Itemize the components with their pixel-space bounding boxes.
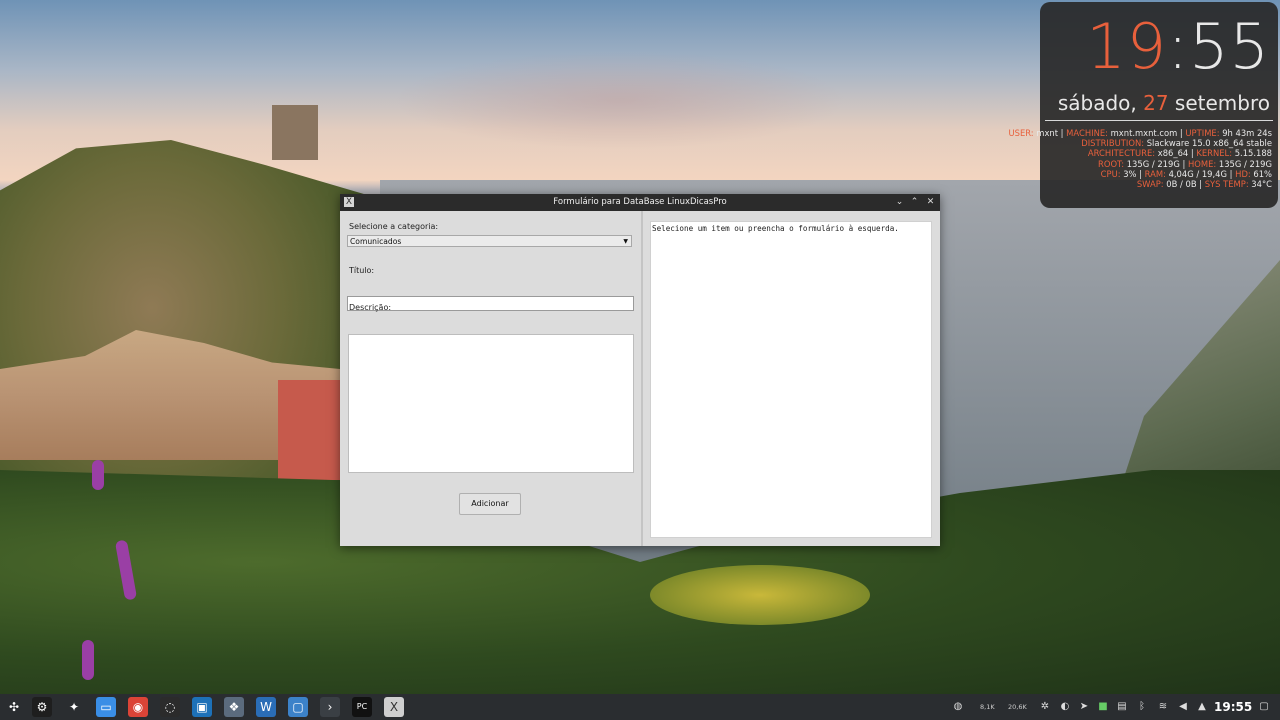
- category-label: Selecione a categoria:: [349, 222, 439, 231]
- conky-info-line: DISTRIBUTION: Slackware 15.0 x86_64 stab…: [1009, 138, 1272, 149]
- conky-info-value: x86_64: [1157, 148, 1189, 159]
- category-selected-value: Comunicados: [350, 237, 402, 246]
- conky-info-key: USER:: [1008, 128, 1037, 138]
- conky-date: sábado, 27 setembro: [1058, 91, 1270, 115]
- conky-info-value: |: [1226, 168, 1236, 179]
- tkinter-app-icon[interactable]: X: [384, 697, 404, 717]
- close-icon[interactable]: ✕: [924, 196, 937, 209]
- wallpaper-red-house: [278, 380, 340, 480]
- minimize-icon[interactable]: ⌄: [893, 196, 906, 209]
- file-manager-icon[interactable]: ▭: [96, 697, 116, 717]
- conky-info-key: UPTIME:: [1185, 128, 1223, 138]
- pane-divider[interactable]: [641, 211, 643, 546]
- wallpaper-yellow-bush: [650, 565, 870, 625]
- conky-info-line: CPU: 3% | RAM: 4,04G / 19,4G | HD: 61%: [1009, 168, 1272, 179]
- app-launcher-icon[interactable]: ✣: [4, 697, 24, 717]
- obs-icon[interactable]: ◌: [160, 697, 180, 717]
- wifi-icon[interactable]: ≋: [1156, 694, 1170, 720]
- conky-info-key: SYS TEMP:: [1204, 179, 1252, 190]
- output-textbox[interactable]: Selecione um item ou preencha o formulár…: [650, 221, 932, 538]
- wallpaper-tower: [272, 105, 318, 160]
- window-title: Formulário para DataBase LinuxDicasPro: [553, 197, 727, 207]
- vpn-icon[interactable]: ◐: [1058, 694, 1072, 720]
- conky-info-key: DISTRIBUTION:: [1081, 138, 1147, 149]
- pycharm-icon[interactable]: PC: [352, 697, 372, 717]
- net-download-rate: 20,6K: [1008, 703, 1027, 711]
- conky-divider: [1045, 120, 1273, 121]
- description-textarea[interactable]: [348, 334, 634, 473]
- chrome-icon[interactable]: ◉: [128, 697, 148, 717]
- conky-info-value: 61%: [1253, 168, 1272, 179]
- chatgpt-icon[interactable]: ⚙: [32, 697, 52, 717]
- conky-info-value: mxnt: [1036, 128, 1059, 138]
- conky-day: 27: [1143, 91, 1169, 115]
- conky-info-key: HD:: [1235, 168, 1254, 179]
- conky-info-key: ARCHITECTURE:: [1087, 148, 1158, 159]
- conky-info-value: |: [1136, 168, 1145, 179]
- taskbar-clock[interactable]: 19:55: [1214, 694, 1252, 720]
- conky-info-key: MACHINE:: [1066, 128, 1111, 138]
- show-desktop-icon[interactable]: ▢: [1257, 694, 1271, 720]
- update-icon[interactable]: ■: [1096, 694, 1110, 720]
- color-picker-icon[interactable]: ◍: [948, 694, 968, 720]
- conky-system-info: USER: mxnt | MACHINE: mxnt.mxnt.com | UP…: [1009, 128, 1273, 189]
- form-pane: Selecione a categoria: Comunicados ▼ Tít…: [340, 211, 641, 546]
- settings-icon[interactable]: ✲: [1038, 694, 1052, 720]
- software-icon[interactable]: ❖: [224, 697, 244, 717]
- conky-info-value: 5.15.188: [1234, 148, 1272, 159]
- conky-info-line: SWAP: 0B / 0B | SYS TEMP: 34°C: [1009, 179, 1272, 190]
- conky-info-value: |: [1058, 128, 1067, 138]
- conky-month: setembro: [1174, 91, 1270, 115]
- conky-info-key: RAM:: [1144, 168, 1169, 179]
- conky-info-value: 9h 43m 24s: [1222, 128, 1272, 138]
- conky-info-value: mxnt.mxnt.com: [1110, 128, 1178, 138]
- conky-info-value: 3%: [1123, 168, 1137, 179]
- chevron-down-icon: ▼: [623, 238, 628, 245]
- conky-info-value: 0B / 0B: [1166, 179, 1197, 190]
- conky-info-line: ARCHITECTURE: x86_64 | KERNEL: 5.15.188: [1009, 148, 1272, 159]
- conky-info-line: USER: mxnt | MACHINE: mxnt.mxnt.com | UP…: [1009, 128, 1273, 138]
- conky-info-key: KERNEL:: [1196, 148, 1235, 159]
- bluetooth-icon[interactable]: ᛒ: [1136, 694, 1148, 720]
- virtualbox-icon[interactable]: ▣: [192, 697, 212, 717]
- conky-info-value: 4,04G / 19,4G: [1168, 168, 1227, 179]
- wallpaper-flower: [82, 640, 94, 680]
- conky-info-value: 34°C: [1251, 179, 1272, 190]
- conky-info-key: HOME:: [1187, 158, 1219, 169]
- conky-info-line: ROOT: 135G / 219G | HOME: 135G / 219G: [1009, 158, 1272, 169]
- net-upload-rate: 8,1K: [980, 703, 995, 711]
- title-label: Título:: [349, 266, 375, 275]
- terminal-icon[interactable]: ›: [320, 697, 340, 717]
- conky-time: 19:55: [1086, 16, 1270, 78]
- conky-info-key: ROOT:: [1098, 158, 1127, 169]
- volume-icon[interactable]: ◀: [1176, 694, 1190, 720]
- conky-info-value: |: [1196, 179, 1205, 190]
- add-button[interactable]: Adicionar: [459, 493, 521, 515]
- maximize-icon[interactable]: ⌃: [908, 196, 921, 209]
- app-window: X Formulário para DataBase LinuxDicasPro…: [340, 194, 940, 546]
- conky-info-value: 135G / 219G: [1218, 158, 1272, 169]
- conky-info-value: |: [1179, 158, 1188, 169]
- conky-clock-widget: 19:55 sábado, 27 setembro USER: mxnt | M…: [1009, 2, 1278, 208]
- conky-info-key: SWAP:: [1136, 179, 1167, 190]
- conky-minute: 55: [1189, 10, 1270, 83]
- description-label: Descrição:: [349, 303, 392, 312]
- category-select[interactable]: Comunicados ▼: [347, 235, 632, 247]
- wallpaper-flower: [92, 460, 104, 490]
- conky-info-value: 135G / 219G: [1126, 158, 1180, 169]
- window-titlebar[interactable]: X Formulário para DataBase LinuxDicasPro…: [340, 194, 940, 211]
- telegram-icon[interactable]: ➤: [1077, 694, 1091, 720]
- clipboard-icon[interactable]: ▤: [1115, 694, 1129, 720]
- gemini-icon[interactable]: ✦: [64, 697, 84, 717]
- writer-icon[interactable]: W: [256, 697, 276, 717]
- tray-expand-icon[interactable]: ▲: [1196, 694, 1208, 720]
- remote-desktop-icon[interactable]: ▢: [288, 697, 308, 717]
- conky-hour: 19: [1086, 10, 1168, 83]
- conky-info-value: Slackware 15.0 x86_64 stable: [1146, 138, 1272, 149]
- taskbar: ✣ ⚙ ✦ ▭ ◉ ◌ ▣ ❖ W ▢ › PC X ◍ 8,1K 20,6K ✲ ◐ ➤ ■ ▤ ᛒ …: [0, 694, 1280, 720]
- conky-weekday: sábado,: [1057, 91, 1137, 115]
- conky-info-key: CPU:: [1100, 168, 1124, 179]
- conky-colon: :: [1167, 10, 1190, 83]
